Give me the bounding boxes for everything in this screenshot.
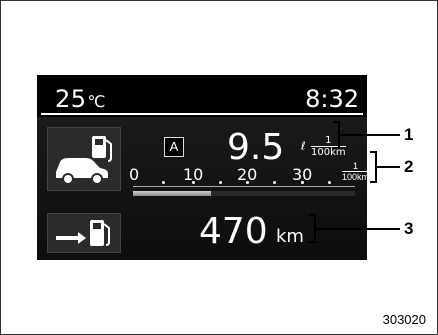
- callout-2: 2: [404, 157, 414, 176]
- figure-id: 303020: [382, 312, 426, 327]
- callout-leaders: [309, 121, 400, 243]
- callout-1: 1: [404, 125, 414, 144]
- callout-3: 3: [404, 219, 414, 238]
